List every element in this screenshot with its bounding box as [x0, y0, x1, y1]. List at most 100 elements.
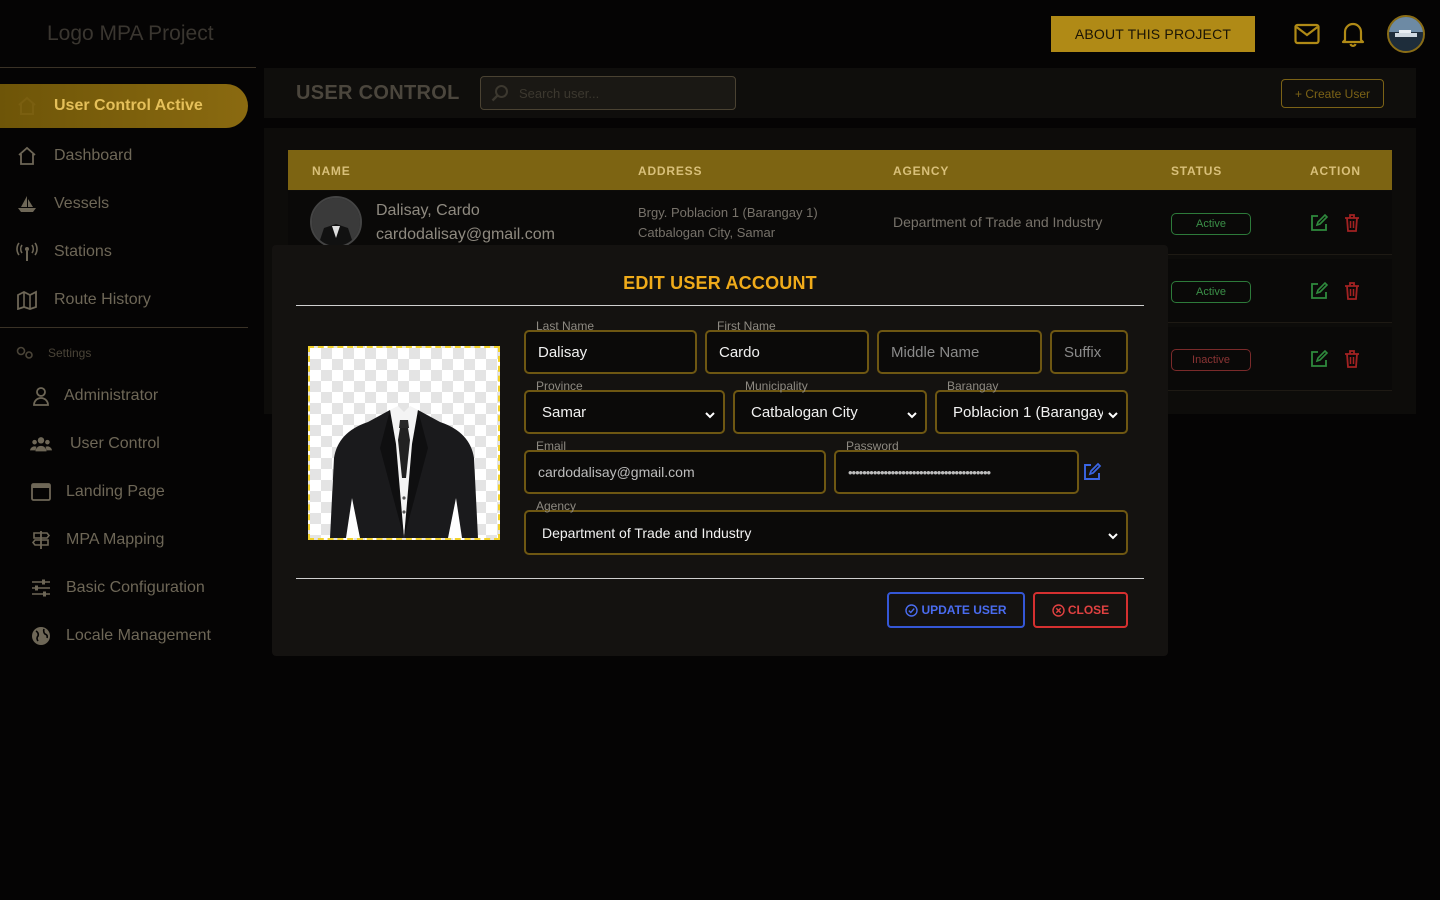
column-header-agency[interactable]: AGENCY — [893, 164, 949, 178]
modal-divider — [296, 305, 1144, 306]
edit-icon[interactable] — [1309, 281, 1329, 301]
sliders-icon — [30, 577, 52, 599]
sidebar-item-user-control[interactable]: User Control — [0, 422, 160, 466]
email-field[interactable]: Email cardodalisay@gmail.com — [524, 439, 826, 494]
app-logo: Logo MPA Project — [47, 22, 214, 45]
column-header-address[interactable]: ADDRESS — [638, 164, 702, 178]
table-header — [288, 150, 1392, 190]
sidebar-item-label: Vessels — [54, 195, 110, 212]
about-project-button[interactable]: ABOUT THIS PROJECT — [1051, 16, 1255, 52]
page-title: USER CONTROL — [296, 82, 460, 104]
first-name-label: First Name — [717, 319, 776, 333]
edit-icon[interactable] — [1309, 349, 1329, 369]
province-value: Samar — [542, 403, 587, 421]
sidebar-item-stations[interactable]: Stations — [0, 230, 112, 274]
bell-icon[interactable] — [1339, 20, 1367, 48]
chevron-down-icon — [1108, 407, 1118, 419]
status-badge: Active — [1171, 213, 1251, 235]
sidebar-item-label: Stations — [54, 243, 112, 260]
signpost-icon — [30, 529, 52, 551]
sidebar-item-vessels[interactable]: Vessels — [0, 182, 109, 226]
sidebar-item-label: Administrator — [64, 387, 159, 404]
gears-icon — [16, 346, 34, 360]
column-header-status[interactable]: STATUS — [1171, 164, 1222, 178]
column-header-name[interactable]: NAME — [312, 164, 351, 178]
sidebar-divider — [0, 67, 256, 68]
user-icon — [30, 385, 52, 407]
municipality-select[interactable]: Municipality Catbalogan City — [733, 379, 927, 434]
profile-avatar[interactable] — [1387, 15, 1425, 53]
search-input[interactable] — [519, 85, 719, 101]
first-name-field[interactable]: First Name — [705, 319, 869, 374]
chevron-down-icon — [705, 407, 715, 419]
create-user-button[interactable]: + Create User — [1281, 79, 1384, 108]
sidebar-item-label: Locale Management — [66, 627, 211, 644]
column-header-action: ACTION — [1310, 164, 1361, 178]
antenna-icon — [16, 241, 38, 263]
edit-password-icon[interactable] — [1082, 462, 1102, 482]
home-icon — [16, 145, 38, 167]
home-icon — [16, 95, 38, 117]
first-name-input[interactable] — [719, 332, 855, 372]
sidebar-item-locale-management[interactable]: Locale Management — [0, 614, 211, 658]
sidebar-item-dashboard[interactable]: Dashboard — [0, 134, 132, 178]
sidebar-item-label: Route History — [54, 291, 151, 308]
password-field[interactable]: Password •••••••••••••••••••••••••••••••… — [834, 439, 1079, 494]
barangay-select[interactable]: Barangay Poblacion 1 (Barangay 1) — [935, 379, 1128, 434]
search-icon — [491, 84, 509, 102]
modal-title: EDIT USER ACCOUNT — [623, 273, 817, 293]
sidebar-item-basic-configuration[interactable]: Basic Configuration — [0, 566, 205, 610]
sidebar-item-administrator[interactable]: Administrator — [0, 374, 158, 418]
sidebar-item-label: Landing Page — [66, 483, 165, 500]
mail-icon[interactable] — [1293, 20, 1321, 48]
middle-name-input[interactable] — [891, 332, 1028, 372]
trash-icon[interactable] — [1342, 213, 1362, 233]
agency-select[interactable]: Agency Department of Trade and Industry — [524, 499, 1128, 555]
user-email: cardodalisay@gmail.com — [376, 226, 555, 243]
sidebar-item-user-control-active[interactable]: User Control Active — [0, 84, 248, 128]
sidebar-item-label: User Control — [70, 435, 160, 452]
agency-label: Agency — [536, 499, 577, 513]
barangay-label: Barangay — [947, 379, 999, 393]
last-name-field[interactable]: Last Name — [524, 319, 697, 374]
edit-icon[interactable] — [1309, 213, 1329, 233]
sidebar-item-mpa-mapping[interactable]: MPA Mapping — [0, 518, 164, 562]
globe-icon — [30, 625, 52, 647]
update-user-button[interactable]: UPDATE USER — [887, 592, 1025, 628]
close-button[interactable]: CLOSE — [1033, 592, 1128, 628]
trash-icon[interactable] — [1342, 281, 1362, 301]
municipality-value: Catbalogan City — [751, 403, 858, 421]
sidebar-item-label: Basic Configuration — [66, 579, 205, 596]
suffix-input[interactable] — [1064, 332, 1114, 372]
trash-icon[interactable] — [1342, 349, 1362, 369]
status-badge: Active — [1171, 281, 1251, 303]
sidebar-divider — [0, 327, 248, 328]
chevron-down-icon — [1108, 528, 1118, 539]
sidebar-item-label: MPA Mapping — [66, 531, 165, 548]
province-select[interactable]: Province Samar — [524, 379, 725, 434]
email-value: cardodalisay@gmail.com — [538, 464, 695, 480]
user-agency: Department of Trade and Industry — [893, 214, 1103, 230]
sidebar-item-label: User Control Active — [54, 97, 203, 114]
user-address-line1: Brgy. Poblacion 1 (Barangay 1) — [638, 205, 818, 220]
sidebar-item-landing-page[interactable]: Landing Page — [0, 470, 165, 514]
last-name-input[interactable] — [538, 332, 683, 372]
modal-divider — [296, 578, 1144, 579]
ship-icon — [16, 193, 38, 215]
sidebar-item-route-history[interactable]: Route History — [0, 278, 151, 322]
map-icon — [16, 289, 38, 311]
user-photo[interactable] — [308, 346, 500, 540]
check-circle-icon — [905, 603, 919, 617]
status-badge: Inactive — [1171, 349, 1251, 371]
close-circle-icon — [1052, 603, 1065, 617]
last-name-label: Last Name — [536, 319, 595, 333]
edit-user-modal: EDIT USER ACCOUNT Last Name First Name P… — [272, 245, 1168, 656]
middle-name-field[interactable] — [877, 330, 1042, 374]
search-box[interactable] — [480, 76, 736, 110]
user-name: Dalisay, Cardo — [376, 202, 480, 219]
province-label: Province — [536, 379, 583, 393]
window-icon — [30, 481, 52, 503]
email-label: Email — [536, 439, 567, 453]
agency-value: Department of Trade and Industry — [542, 524, 752, 541]
suffix-field[interactable] — [1050, 330, 1128, 374]
